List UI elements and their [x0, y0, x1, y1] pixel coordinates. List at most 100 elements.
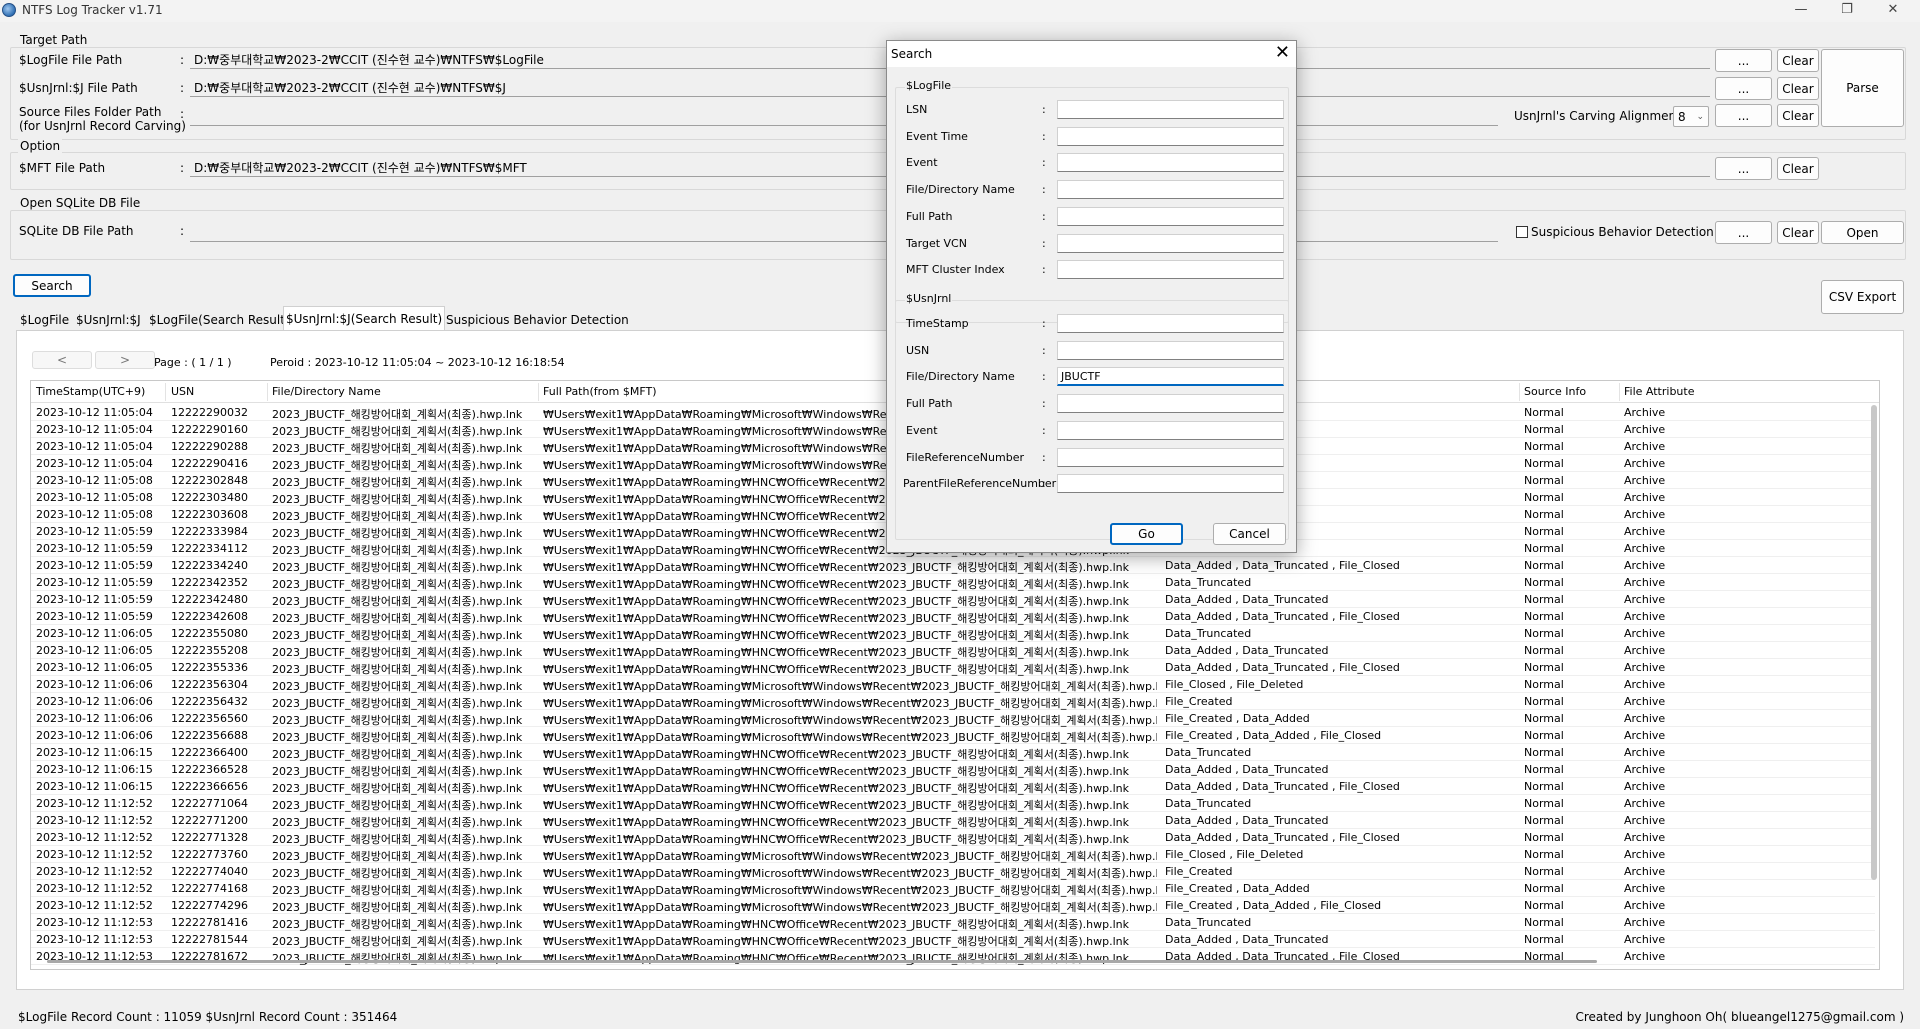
usnjrnl-browse-button[interactable]: ...	[1715, 77, 1772, 100]
table-row[interactable]: 2023-10-12 11:06:06 12222356432 2023_JBUCT…	[31, 693, 1875, 710]
cancel-button[interactable]: Cancel	[1213, 523, 1286, 545]
usnjrnl-clear-button[interactable]: Clear	[1777, 77, 1819, 100]
dialog-close-icon[interactable]: ✕	[1275, 43, 1290, 63]
logfile-clear-button[interactable]: Clear	[1777, 49, 1819, 72]
maximize-button[interactable]: ❐	[1824, 0, 1870, 22]
cell-source-info: Normal	[1524, 746, 1564, 759]
dialog-logfile-field-label: Event	[906, 156, 938, 170]
colon: :	[1042, 103, 1046, 116]
dialog-usnjrnl-input[interactable]	[1057, 447, 1284, 467]
dialog-logfile-input[interactable]	[1057, 153, 1284, 173]
sqlite-path-field[interactable]	[190, 222, 1498, 242]
tab-logfile[interactable]: $LogFile	[18, 310, 71, 330]
table-row[interactable]: 2023-10-12 11:12:52 12222774296 2023_JBUCT…	[31, 897, 1875, 914]
logfile-browse-button[interactable]: ...	[1715, 49, 1772, 72]
horizontal-scrollbar[interactable]	[47, 960, 1597, 963]
table-row[interactable]: 2023-10-12 11:12:52 12222771328 2023_JBUCT…	[31, 829, 1875, 846]
table-row[interactable]: 2023-10-12 11:05:59 12222342480 2023_JBUCT…	[31, 591, 1875, 608]
dialog-usnjrnl-input[interactable]	[1057, 474, 1284, 494]
table-row[interactable]: 2023-10-12 11:12:53 12222781416 2023_JBUCT…	[31, 914, 1875, 931]
prev-page-button[interactable]: <	[32, 351, 92, 369]
table-row[interactable]: 2023-10-12 11:12:53 12222781544 2023_JBUCT…	[31, 931, 1875, 948]
parse-button[interactable]: Parse	[1821, 49, 1904, 127]
table-row[interactable]: 2023-10-12 11:12:52 12222774040 2023_JBUCT…	[31, 863, 1875, 880]
cell-timestamp: 2023-10-12 11:05:04	[36, 440, 153, 453]
sqlite-clear-button[interactable]: Clear	[1777, 221, 1819, 244]
dialog-logfile-input[interactable]	[1057, 180, 1284, 200]
colon: :	[1042, 183, 1046, 197]
cell-event: Data_Added , Data_Truncated	[1165, 644, 1329, 657]
tab-suspicious-behavior[interactable]: Suspicious Behavior Detection	[444, 310, 631, 330]
chevron-down-icon: ⌄	[1696, 111, 1704, 122]
table-row[interactable]: 2023-10-12 11:06:05 12222355208 2023_JBUCT…	[31, 642, 1875, 659]
table-row[interactable]: 2023-10-12 11:06:15 12222366528 2023_JBUCT…	[31, 761, 1875, 778]
table-row[interactable]: 2023-10-12 11:12:52 12222773760 2023_JBUCT…	[31, 846, 1875, 863]
cell-file-name: 2023_JBUCTF_해킹방어대회_계획서(최종).hwp.lnk	[272, 918, 523, 931]
source-folder-clear-button[interactable]: Clear	[1777, 104, 1819, 127]
cell-file-attribute: Archive	[1624, 627, 1666, 640]
dialog-logfile-input[interactable]	[1057, 206, 1284, 226]
table-row[interactable]: 2023-10-12 11:06:15 12222366400 2023_JBUCT…	[31, 744, 1875, 761]
table-row[interactable]: 2023-10-12 11:06:15 12222366656 2023_JBUCT…	[31, 778, 1875, 795]
column-header-usn[interactable]: USN	[171, 385, 194, 398]
tab-usnjrnl-search-result[interactable]: $UsnJrnl:$J(Search Result)	[283, 306, 446, 330]
column-divider	[267, 383, 268, 401]
dialog-logfile-input[interactable]	[1057, 100, 1284, 119]
cell-usn: 12222356304	[171, 678, 248, 691]
table-row[interactable]: 2023-10-12 11:05:59 12222334240 2023_JBUCT…	[31, 557, 1875, 574]
table-row[interactable]: 2023-10-12 11:06:06 12222356688 2023_JBUCT…	[31, 727, 1875, 744]
dialog-usnjrnl-input[interactable]	[1057, 420, 1284, 440]
table-row[interactable]: 2023-10-12 11:12:52 12222771064 2023_JBUCT…	[31, 795, 1875, 812]
column-header-file-name[interactable]: File/Directory Name	[272, 385, 381, 398]
cell-event: Data_Added , Data_Truncated	[1165, 763, 1329, 776]
close-button[interactable]: ✕	[1870, 0, 1916, 22]
cell-file-name: 2023_JBUCTF_해킹방어대회_계획서(최종).hwp.lnk	[272, 816, 523, 829]
source-folder-browse-button[interactable]: ...	[1715, 104, 1772, 127]
cell-file-attribute: Archive	[1624, 729, 1666, 742]
next-page-button[interactable]: >	[95, 351, 155, 369]
dialog-usnjrnl-input[interactable]	[1057, 340, 1284, 360]
table-row[interactable]: 2023-10-12 11:06:06 12222356304 2023_JBUCT…	[31, 676, 1875, 693]
suspicious-behavior-checkbox[interactable]	[1516, 226, 1528, 238]
source-folder-field[interactable]	[190, 106, 1498, 126]
dialog-logfile-input[interactable]	[1057, 260, 1284, 280]
column-header-source-info[interactable]: Source Info	[1524, 385, 1586, 398]
dialog-usnjrnl-field-label: ParentFileReferenceNumber	[903, 477, 1057, 491]
dialog-usnjrnl-input[interactable]	[1057, 394, 1284, 414]
cell-event: Data_Truncated	[1165, 916, 1252, 929]
cell-event: Data_Truncated	[1165, 746, 1252, 759]
cell-file-attribute: Archive	[1624, 814, 1666, 827]
table-row[interactable]: 2023-10-12 11:05:59 12222342608 2023_JBUCT…	[31, 608, 1875, 625]
dialog-usnjrnl-input[interactable]: JBUCTF	[1057, 367, 1284, 387]
column-header-timestamp[interactable]: TimeStamp(UTC+9)	[36, 385, 145, 398]
dialog-logfile-field-label: Event Time	[906, 129, 968, 143]
sqlite-group-label: Open SQLite DB File	[18, 196, 143, 210]
go-button[interactable]: Go	[1110, 523, 1183, 545]
column-header-full-path[interactable]: Full Path(from $MFT)	[543, 385, 657, 398]
table-row[interactable]: 2023-10-12 11:06:05 12222355080 2023_JBUCT…	[31, 625, 1875, 642]
mft-clear-button[interactable]: Clear	[1777, 157, 1819, 180]
open-button[interactable]: Open	[1821, 221, 1904, 244]
dialog-usnjrnl-input[interactable]	[1057, 314, 1284, 333]
csv-export-button[interactable]: CSV Export	[1821, 280, 1904, 314]
search-button[interactable]: Search	[13, 274, 91, 297]
column-header-file-attribute[interactable]: File Attribute	[1624, 385, 1694, 398]
table-row[interactable]: 2023-10-12 11:06:05 12222355336 2023_JBUCT…	[31, 659, 1875, 676]
sqlite-browse-button[interactable]: ...	[1715, 221, 1772, 244]
colon: :	[1042, 370, 1046, 384]
mft-browse-button[interactable]: ...	[1715, 157, 1772, 180]
tab-usnjrnl[interactable]: $UsnJrnl:$J	[74, 310, 143, 330]
cell-file-name: 2023_JBUCTF_해킹방어대회_계획서(최종).hwp.lnk	[272, 612, 523, 625]
vertical-scrollbar[interactable]	[1871, 405, 1877, 880]
dialog-logfile-input[interactable]	[1057, 233, 1284, 253]
table-row[interactable]: 2023-10-12 11:06:06 12222356560 2023_JBUCT…	[31, 710, 1875, 727]
minimize-button[interactable]: —	[1778, 0, 1824, 22]
table-row[interactable]: 2023-10-12 11:12:52 12222774168 2023_JBUCT…	[31, 880, 1875, 897]
tab-logfile-search-result[interactable]: $LogFile(Search Result)	[147, 310, 292, 330]
dialog-logfile-input[interactable]	[1057, 126, 1284, 146]
cell-timestamp: 2023-10-12 11:12:52	[36, 814, 153, 827]
cell-file-attribute: Archive	[1624, 525, 1666, 538]
table-row[interactable]: 2023-10-12 11:12:52 12222771200 2023_JBUCT…	[31, 812, 1875, 829]
table-row[interactable]: 2023-10-12 11:05:59 12222342352 2023_JBUCT…	[31, 574, 1875, 591]
carving-alignment-select[interactable]: 8 ⌄	[1673, 106, 1709, 127]
